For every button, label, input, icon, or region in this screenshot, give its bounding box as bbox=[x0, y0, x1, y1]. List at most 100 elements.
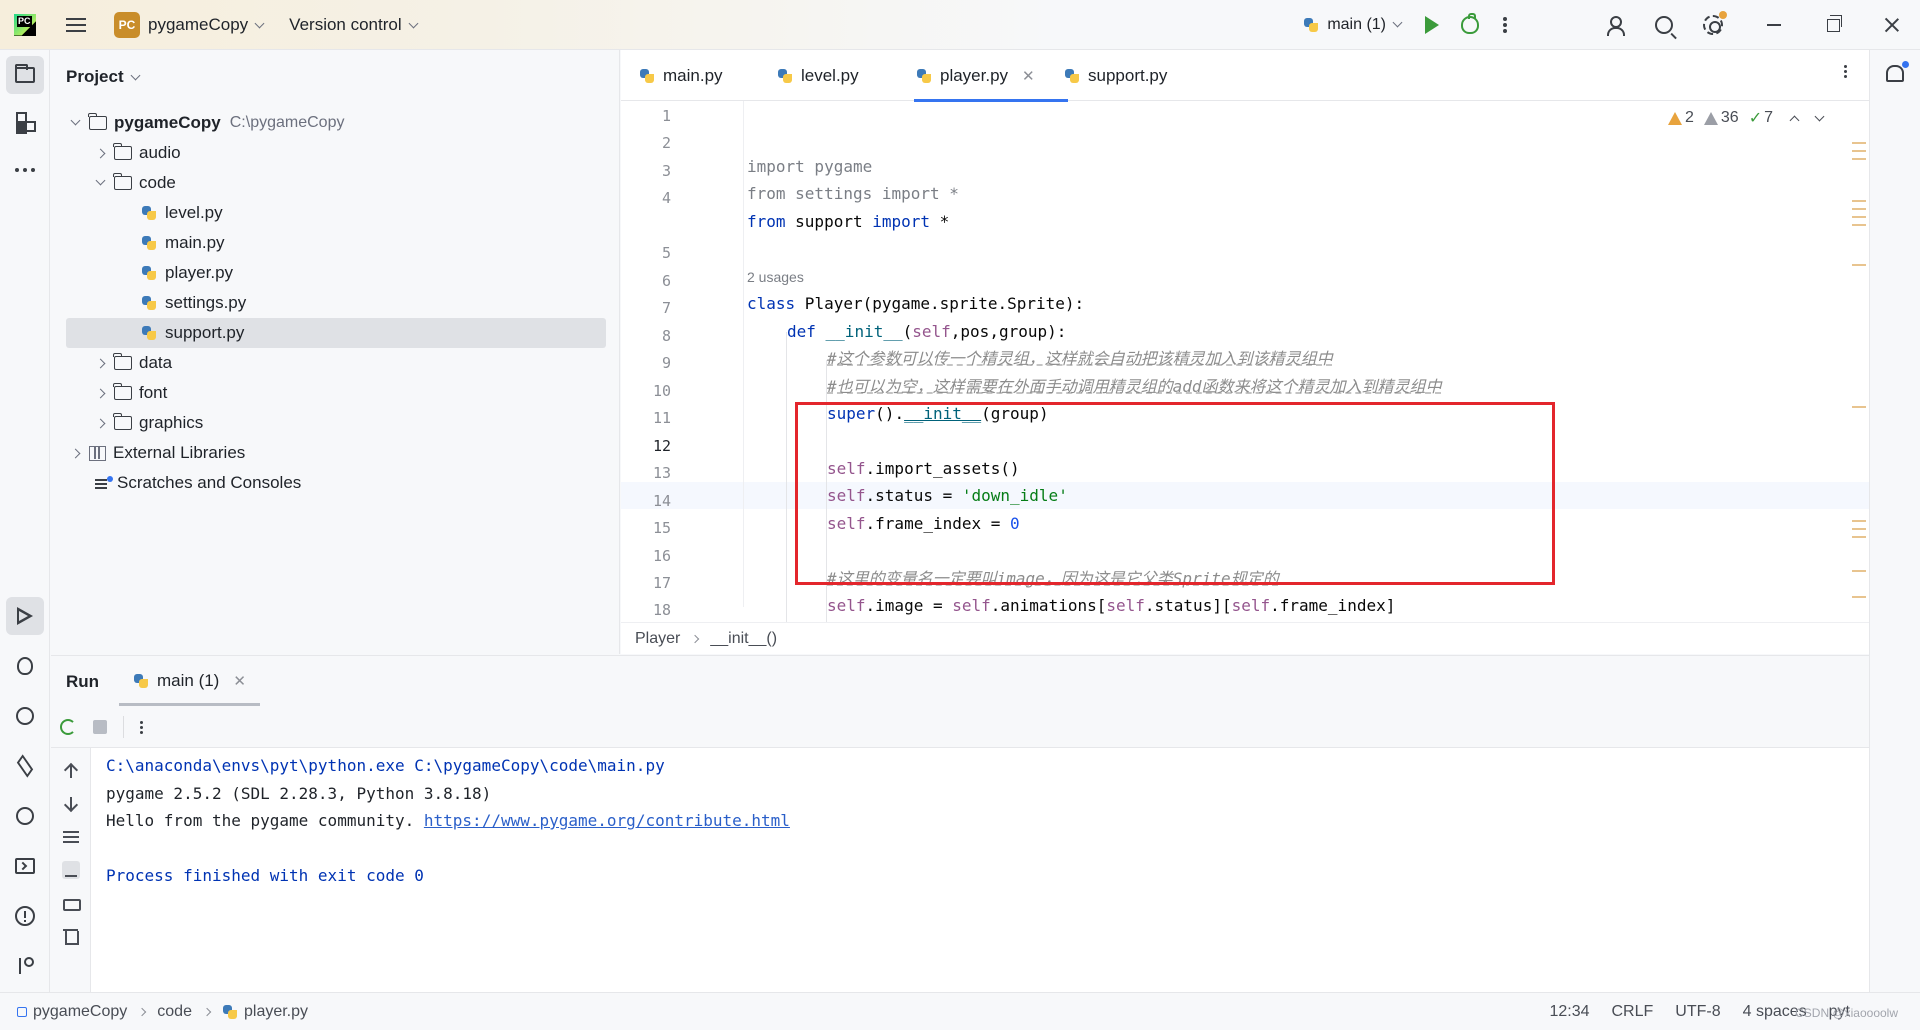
tree-external-libraries[interactable]: External Libraries bbox=[66, 438, 606, 468]
line-separator[interactable]: CRLF bbox=[1612, 1003, 1654, 1021]
expand-chevron-icon[interactable] bbox=[95, 175, 106, 185]
tree-folder-graphics[interactable]: graphics bbox=[66, 408, 606, 438]
expand-chevron-icon[interactable] bbox=[70, 115, 81, 125]
tree-file-settings[interactable]: settings.py bbox=[66, 288, 606, 318]
services-button[interactable] bbox=[6, 797, 44, 835]
settings-gear-icon[interactable] bbox=[1703, 11, 1727, 35]
rerun-icon[interactable] bbox=[60, 719, 76, 735]
collapse-chevron-icon[interactable] bbox=[70, 448, 81, 458]
run-tool-button[interactable] bbox=[6, 597, 44, 635]
code-line-2[interactable]: from settings import * bbox=[747, 180, 959, 207]
scroll-marker bbox=[1852, 570, 1866, 572]
tabs-more-icon[interactable] bbox=[1844, 70, 1847, 73]
line-number: 8 bbox=[661, 327, 671, 345]
breadcrumb-class[interactable]: Player bbox=[635, 630, 680, 648]
search-icon[interactable] bbox=[1655, 16, 1673, 34]
structure-tool-button[interactable] bbox=[6, 102, 44, 140]
run-tab-main[interactable]: main (1) ✕ bbox=[119, 656, 260, 706]
more-tools-button[interactable] bbox=[6, 151, 44, 189]
code-line-16[interactable]: self.image = self.animations[self.status… bbox=[827, 592, 1395, 619]
caret-position[interactable]: 12:34 bbox=[1549, 1003, 1589, 1021]
tree-folder-audio[interactable]: audio bbox=[66, 138, 606, 168]
git-button[interactable] bbox=[6, 947, 44, 985]
python-console-button[interactable] bbox=[6, 697, 44, 735]
run-icon[interactable] bbox=[1425, 16, 1439, 34]
arrow-up-icon[interactable] bbox=[62, 762, 80, 780]
stop-icon[interactable] bbox=[93, 720, 107, 734]
terminal-button[interactable] bbox=[6, 847, 44, 885]
more-options-icon[interactable] bbox=[140, 726, 143, 729]
status-path-project[interactable]: pygameCopy bbox=[33, 1003, 127, 1021]
collapse-chevron-icon[interactable] bbox=[95, 148, 106, 158]
python-file-icon bbox=[141, 325, 157, 341]
tree-root[interactable]: pygameCopy C:\pygameCopy bbox=[66, 108, 606, 138]
close-tab-icon[interactable]: ✕ bbox=[233, 672, 246, 690]
warning-icon bbox=[1667, 111, 1682, 125]
tree-scratches[interactable]: Scratches and Consoles bbox=[66, 468, 606, 498]
tab-support-py[interactable]: support.py bbox=[1064, 50, 1167, 101]
close-tab-icon[interactable]: ✕ bbox=[1022, 67, 1035, 85]
problems-button[interactable] bbox=[6, 897, 44, 935]
project-switcher[interactable]: pygameCopy bbox=[148, 15, 265, 35]
chevron-down-icon bbox=[130, 70, 141, 81]
breadcrumb-method[interactable]: __init__() bbox=[710, 630, 777, 648]
scroll-marker bbox=[1852, 216, 1866, 218]
notifications-bell-icon[interactable] bbox=[1886, 61, 1909, 82]
contribute-link[interactable]: https://www.pygame.org/contribute.html bbox=[424, 811, 790, 830]
debug-tool-button[interactable] bbox=[6, 647, 44, 685]
scroll-to-end-icon[interactable] bbox=[62, 861, 80, 879]
debug-icon[interactable] bbox=[1461, 13, 1479, 34]
code-line-3[interactable]: from support import * bbox=[747, 208, 949, 235]
previous-highlight-icon[interactable] bbox=[1789, 115, 1800, 125]
vcs-menu[interactable]: Version control bbox=[289, 15, 419, 35]
collapse-chevron-icon[interactable] bbox=[95, 418, 106, 428]
code-line-5[interactable]: class Player(pygame.sprite.Sprite): bbox=[747, 290, 1084, 317]
tree-folder-data[interactable]: data bbox=[66, 348, 606, 378]
python-file-icon bbox=[141, 265, 157, 281]
code-line-7[interactable]: #这个参数可以传一个精灵组，这样就会自动把该精灵加入到该精灵组中 bbox=[827, 345, 1333, 372]
main-menu-icon[interactable] bbox=[66, 17, 86, 32]
tree-file-main[interactable]: main.py bbox=[66, 228, 606, 258]
bug-icon bbox=[17, 657, 33, 675]
console-line: Hello from the pygame community. https:/… bbox=[106, 811, 790, 830]
tree-folder-font[interactable]: font bbox=[66, 378, 606, 408]
restore-window-icon[interactable] bbox=[1827, 14, 1842, 32]
project-panel-title[interactable]: Project bbox=[66, 67, 141, 87]
tree-folder-code[interactable]: code bbox=[66, 168, 606, 198]
tab-level-py[interactable]: level.py bbox=[777, 50, 859, 101]
tree-file-support[interactable]: support.py bbox=[66, 318, 606, 348]
python-packages-button[interactable] bbox=[6, 747, 44, 785]
project-badge[interactable]: PC bbox=[114, 11, 140, 38]
soft-wrap-icon[interactable] bbox=[62, 828, 80, 846]
arrow-down-icon[interactable] bbox=[62, 795, 80, 813]
tree-file-level[interactable]: level.py bbox=[66, 198, 606, 228]
tab-main-py[interactable]: main.py bbox=[639, 50, 723, 101]
collapse-chevron-icon[interactable] bbox=[95, 388, 106, 398]
folder-icon bbox=[113, 173, 132, 190]
console-output[interactable]: C:\anaconda\envs\pyt\python.exe C:\pygam… bbox=[106, 752, 790, 890]
tree-file-player[interactable]: player.py bbox=[66, 258, 606, 288]
print-icon[interactable] bbox=[62, 894, 81, 912]
minimize-window-icon[interactable] bbox=[1767, 24, 1781, 26]
clear-trash-icon[interactable] bbox=[62, 927, 80, 945]
file-encoding[interactable]: UTF-8 bbox=[1675, 1003, 1720, 1021]
usages-hint[interactable]: 2 usages bbox=[747, 269, 804, 285]
status-path-file[interactable]: player.py bbox=[244, 1003, 308, 1021]
project-tool-button[interactable] bbox=[6, 56, 44, 94]
run-panel: Run main (1) ✕ C:\anaconda\envs\pyt\pyth… bbox=[51, 655, 1869, 993]
code-line-6[interactable]: def __init__(self,pos,group): bbox=[787, 318, 1066, 345]
scroll-marker bbox=[1852, 224, 1866, 226]
code-with-me-icon[interactable] bbox=[1607, 16, 1625, 36]
status-path-folder[interactable]: code bbox=[157, 1003, 192, 1021]
next-highlight-icon[interactable] bbox=[1814, 111, 1825, 121]
inspection-widget[interactable]: 2 36 ✓ 7 bbox=[1667, 108, 1825, 128]
more-actions-icon[interactable] bbox=[1503, 23, 1507, 27]
run-config-selector[interactable]: main (1) bbox=[1303, 16, 1403, 34]
run-toolbar bbox=[51, 706, 1869, 748]
close-window-icon[interactable] bbox=[1884, 17, 1900, 33]
tab-player-py[interactable]: player.py ✕ bbox=[914, 50, 1068, 102]
python-file-icon bbox=[777, 68, 793, 84]
collapse-chevron-icon[interactable] bbox=[95, 358, 106, 368]
code-line-8[interactable]: #也可以为空，这样需要在外面手动调用精灵组的add函数来将这个精灵加入到精灵组中 bbox=[827, 373, 1442, 400]
code-line-1[interactable]: import pygame bbox=[747, 153, 872, 180]
